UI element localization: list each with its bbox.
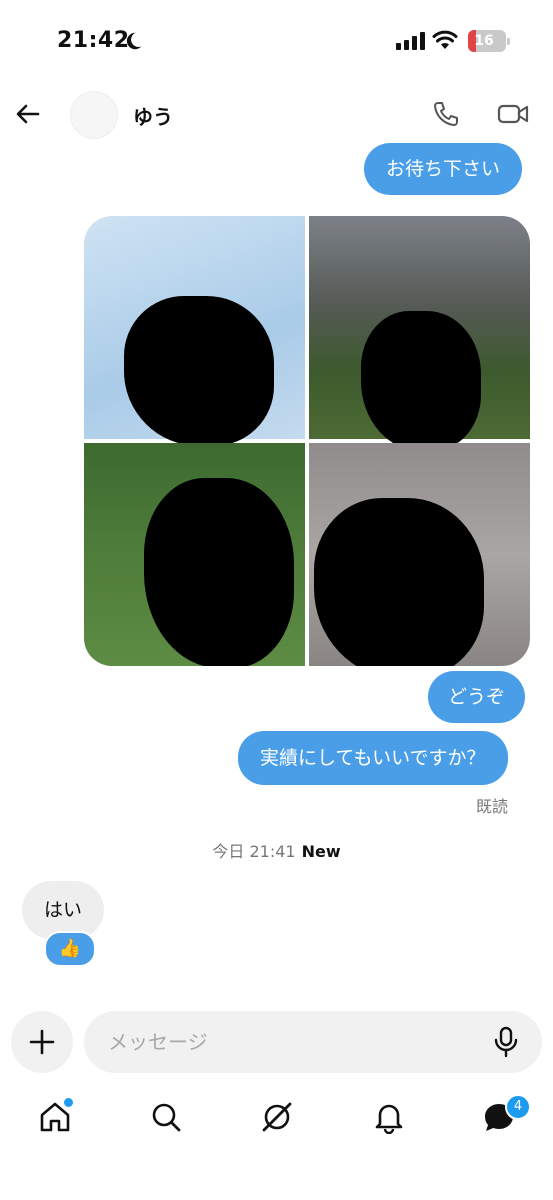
video-call-icon[interactable] bbox=[497, 100, 529, 128]
shared-photo[interactable] bbox=[84, 443, 305, 666]
status-time: 21:42 bbox=[57, 28, 130, 53]
battery-indicator: 16 bbox=[468, 30, 510, 52]
search-icon[interactable] bbox=[149, 1100, 183, 1134]
outgoing-message[interactable]: お待ち下さい bbox=[364, 143, 523, 195]
grok-icon[interactable] bbox=[260, 1100, 294, 1134]
shared-photo[interactable] bbox=[309, 443, 530, 666]
shared-photo[interactable] bbox=[309, 216, 530, 451]
contact-avatar[interactable] bbox=[70, 91, 118, 139]
back-arrow-icon[interactable] bbox=[14, 100, 42, 128]
microphone-icon[interactable] bbox=[492, 1026, 520, 1058]
wifi-icon bbox=[432, 30, 458, 49]
shared-photo-grid[interactable] bbox=[84, 216, 530, 666]
thumbs-up-reaction[interactable]: 👍 bbox=[44, 931, 96, 967]
plus-icon bbox=[29, 1029, 55, 1055]
outgoing-message[interactable]: 実績にしてもいいですか？ bbox=[238, 731, 508, 785]
messages-badge: 4 bbox=[505, 1094, 531, 1120]
date-separator-time: 今日 21:41 bbox=[212, 842, 296, 861]
contact-name[interactable]: ゆう bbox=[133, 101, 173, 130]
cellular-signal-icon bbox=[396, 32, 425, 50]
home-notification-dot bbox=[62, 1096, 75, 1109]
read-receipt: 既読 bbox=[476, 797, 509, 816]
date-separator: 今日 21:41 New bbox=[0, 838, 553, 862]
phone-call-icon[interactable] bbox=[432, 100, 460, 128]
new-label: New bbox=[301, 842, 341, 861]
notifications-bell-icon[interactable] bbox=[372, 1100, 406, 1134]
outgoing-message[interactable]: どうぞ bbox=[428, 671, 526, 723]
battery-level: 16 bbox=[474, 33, 494, 49]
moon-icon bbox=[126, 32, 142, 50]
add-attachment-button[interactable] bbox=[11, 1011, 73, 1073]
shared-photo[interactable] bbox=[84, 216, 305, 446]
message-input[interactable] bbox=[84, 1011, 542, 1073]
